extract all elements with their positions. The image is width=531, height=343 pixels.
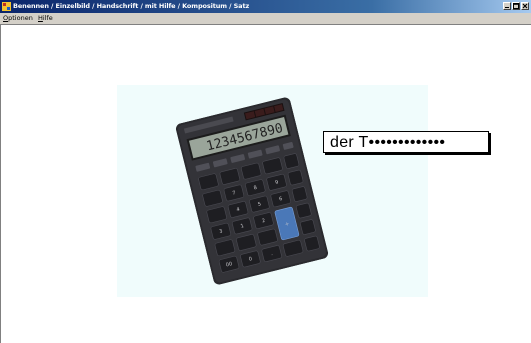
maximize-icon[interactable] (512, 2, 520, 10)
menu-bar: Optionen Hilfe (0, 13, 531, 25)
answer-text: der T••••••••••••• (330, 134, 446, 151)
menu-hilfe-rest: ilfe (42, 14, 53, 22)
window-title: Benennen / Einzelbild / Handschrift / mi… (13, 2, 250, 10)
app-icon (2, 2, 11, 11)
menu-optionen[interactable]: Optionen (3, 13, 33, 24)
close-icon[interactable] (521, 2, 529, 10)
minimize-icon[interactable] (503, 2, 511, 10)
title-bar[interactable]: Benennen / Einzelbild / Handschrift / mi… (0, 0, 531, 13)
window-border (0, 25, 1, 343)
answer-field[interactable]: der T••••••••••••• (323, 131, 489, 153)
menu-optionen-rest: ptionen (8, 14, 33, 22)
menu-hilfe[interactable]: Hilfe (38, 13, 53, 24)
